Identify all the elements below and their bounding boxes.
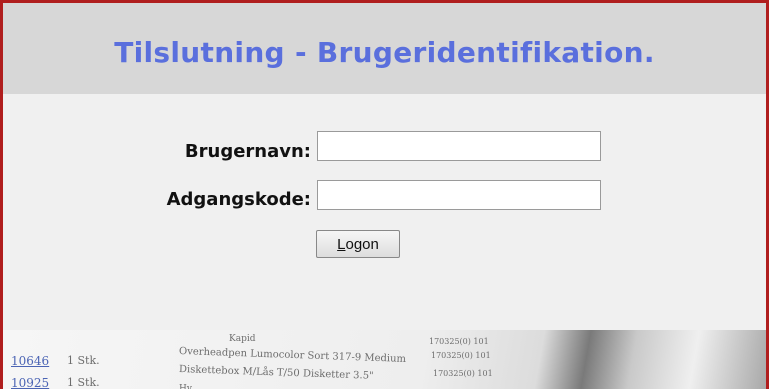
header-bar: Tilslutning - Brugeridentifikation.: [3, 3, 766, 94]
photo-item-qty: 1 Stk.: [67, 354, 100, 367]
username-label: Brugernavn:: [184, 141, 311, 162]
photo-item-ref: 170325(0) 101: [431, 351, 491, 360]
photo-item-desc: Diskettebox M/Lås T/50 Disketter 3.5": [178, 364, 374, 382]
login-frame: Tilslutning - Brugeridentifikation. Brug…: [0, 0, 769, 389]
logon-label-rest: ogon: [345, 235, 379, 253]
photo-top-fragment: Kapid: [229, 334, 256, 344]
photo-item-code: 10646: [11, 354, 50, 368]
background-photo: Kapid 170325(0) 101 10646 1 Stk. Overhea…: [3, 330, 766, 389]
photo-item-code: 10925: [11, 376, 50, 389]
photo-item-ref: 170325(0) 101: [433, 369, 493, 378]
photo-bottom-fragment: Hy: [179, 384, 192, 389]
password-field[interactable]: [317, 180, 601, 210]
page-title: Tilslutning - Brugeridentifikation.: [114, 36, 655, 69]
photo-top-ref: 170325(0) 101: [429, 337, 489, 346]
username-field[interactable]: [317, 131, 601, 161]
photo-item-desc: Overheadpen Lumocolor Sort 317-9 Medium: [178, 346, 407, 365]
photo-item-qty: 1 Stk.: [67, 376, 100, 389]
logon-button[interactable]: Logon: [316, 230, 400, 258]
password-label: Adgangskode:: [166, 189, 311, 210]
